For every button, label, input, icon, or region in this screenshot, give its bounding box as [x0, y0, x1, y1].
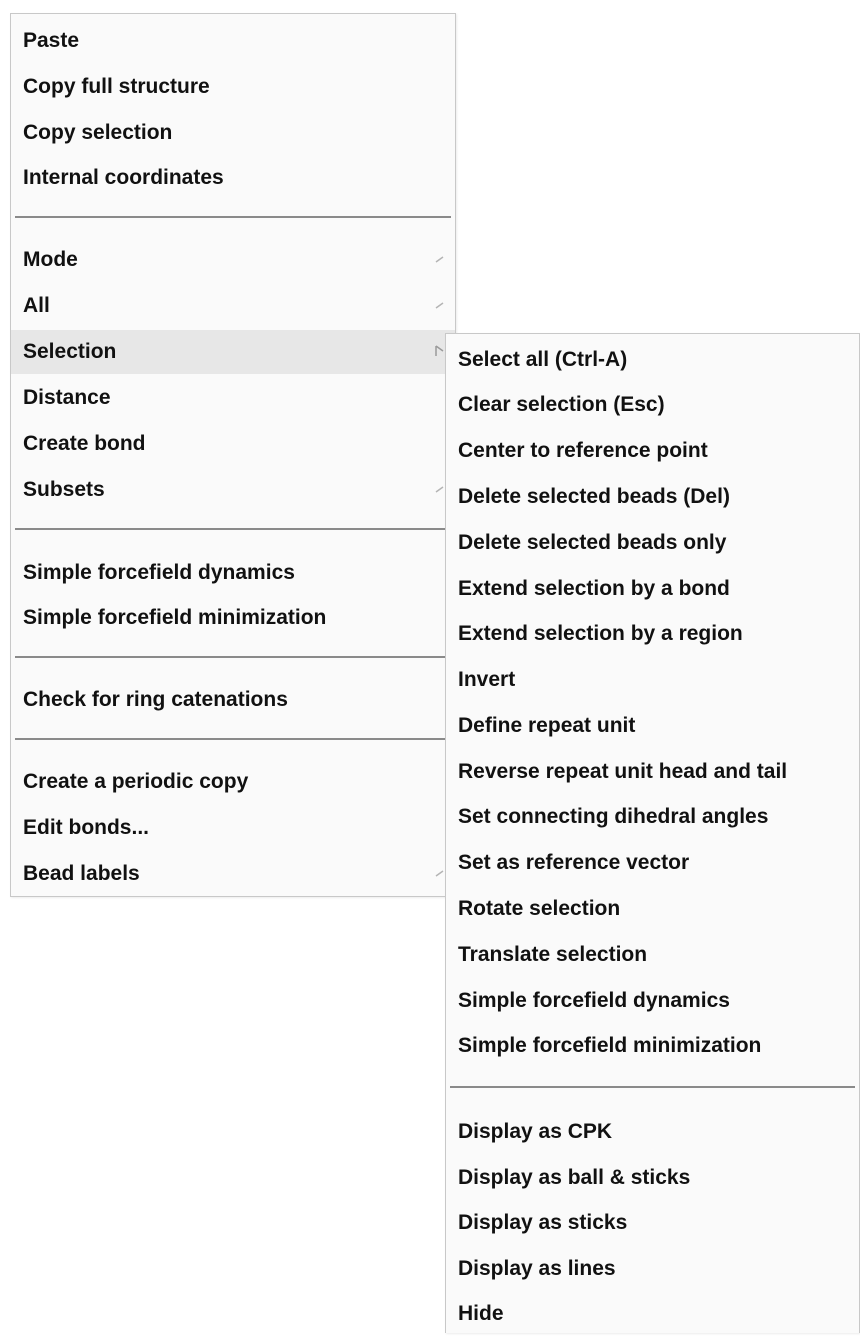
menu-item-label: Display as lines: [458, 1257, 616, 1280]
submenu-item-set-connecting-dihedral-angles[interactable]: Set connecting dihedral angles: [446, 795, 859, 839]
menu-separator: [15, 738, 451, 740]
submenu-item-extend-selection-bond[interactable]: Extend selection by a bond: [446, 567, 859, 611]
menu-item-label: Select all (Ctrl-A): [458, 348, 628, 371]
menu-item-label: Translate selection: [458, 943, 648, 966]
submenu-item-select-all[interactable]: Select all (Ctrl-A): [446, 338, 859, 382]
submenu-item-extend-selection-region[interactable]: Extend selection by a region: [446, 612, 859, 656]
submenu-item-set-as-reference-vector[interactable]: Set as reference vector: [446, 841, 859, 885]
menu-item-label: Hide: [458, 1302, 504, 1325]
menu-item-label: Display as sticks: [458, 1211, 628, 1234]
menu-item-subsets[interactable]: Subsets: [11, 468, 455, 512]
menu-item-bead-labels[interactable]: Bead labels: [11, 852, 455, 896]
menu-item-internal-coordinates[interactable]: Internal coordinates: [11, 156, 455, 200]
menu-item-create-periodic-copy[interactable]: Create a periodic copy: [11, 760, 455, 804]
submenu-item-clear-selection[interactable]: Clear selection (Esc): [446, 383, 859, 427]
menu-item-distance[interactable]: Distance: [11, 376, 455, 420]
menu-item-selection[interactable]: Selection: [11, 330, 455, 374]
menu-item-label: Copy full structure: [23, 75, 210, 98]
submenu-item-simple-forcefield-dynamics[interactable]: Simple forcefield dynamics: [446, 979, 859, 1023]
menu-item-all[interactable]: All: [11, 284, 455, 328]
menu-item-label: Copy selection: [23, 121, 173, 144]
menu-item-mode[interactable]: Mode: [11, 238, 455, 282]
menu-item-label: Extend selection by a bond: [458, 577, 730, 600]
menu-separator: [15, 216, 451, 218]
menu-item-copy-selection[interactable]: Copy selection: [11, 111, 455, 155]
menu-separator: [15, 656, 451, 658]
menu-item-label: Set as reference vector: [458, 851, 690, 874]
submenu-item-reverse-repeat-unit[interactable]: Reverse repeat unit head and tail: [446, 750, 859, 794]
menu-item-check-ring-catenations[interactable]: Check for ring catenations: [11, 678, 455, 722]
submenu-item-delete-selected-beads-only[interactable]: Delete selected beads only: [446, 521, 859, 565]
submenu-item-rotate-selection[interactable]: Rotate selection: [446, 887, 859, 931]
submenu-item-delete-selected-beads[interactable]: Delete selected beads (Del): [446, 475, 859, 519]
menu-item-label: Simple forcefield minimization: [458, 1034, 762, 1057]
submenu-item-display-as-lines[interactable]: Display as lines: [446, 1247, 859, 1291]
menu-item-label: Extend selection by a region: [458, 622, 743, 645]
submenu-item-simple-forcefield-minimization[interactable]: Simple forcefield minimization: [446, 1024, 859, 1068]
menu-item-label: Invert: [458, 668, 516, 691]
menu-item-label: Simple forcefield minimization: [23, 606, 327, 629]
selection-submenu: Select all (Ctrl-A) Clear selection (Esc…: [445, 333, 860, 1333]
menu-item-label: Bead labels: [23, 862, 140, 885]
menu-separator: [15, 528, 451, 530]
menu-item-create-bond[interactable]: Create bond: [11, 422, 455, 466]
submenu-item-center-to-reference-point[interactable]: Center to reference point: [446, 429, 859, 473]
submenu-item-define-repeat-unit[interactable]: Define repeat unit: [446, 704, 859, 748]
chevron-right-icon: [433, 343, 445, 359]
menu-item-edit-bonds[interactable]: Edit bonds...: [11, 806, 455, 850]
menu-item-label: Create a periodic copy: [23, 770, 249, 793]
menu-item-simple-forcefield-dynamics[interactable]: Simple forcefield dynamics: [11, 551, 455, 595]
submenu-item-invert[interactable]: Invert: [446, 658, 859, 702]
menu-item-label: Delete selected beads (Del): [458, 485, 730, 508]
chevron-right-icon: [433, 297, 445, 313]
menu-item-label: Simple forcefield dynamics: [23, 561, 295, 584]
chevron-right-icon: [433, 481, 445, 497]
submenu-item-display-as-cpk[interactable]: Display as CPK: [446, 1110, 859, 1154]
menu-item-label: Reverse repeat unit head and tail: [458, 760, 788, 783]
menu-item-paste[interactable]: Paste: [11, 19, 455, 63]
menu-item-label: Internal coordinates: [23, 166, 224, 189]
menu-item-label: Check for ring catenations: [23, 688, 288, 711]
menu-item-label: Rotate selection: [458, 897, 621, 920]
menu-item-label: Simple forcefield dynamics: [458, 989, 730, 1012]
menu-item-label: Delete selected beads only: [458, 531, 727, 554]
menu-item-label: Set connecting dihedral angles: [458, 805, 769, 828]
context-menu: Paste Copy full structure Copy selection…: [10, 13, 456, 897]
submenu-item-translate-selection[interactable]: Translate selection: [446, 933, 859, 977]
menu-item-label: Distance: [23, 386, 111, 409]
submenu-item-display-as-ball-sticks[interactable]: Display as ball & sticks: [446, 1156, 859, 1200]
menu-item-label: Mode: [23, 248, 78, 271]
menu-separator: [450, 1086, 855, 1088]
chevron-right-icon: [433, 865, 445, 881]
menu-item-label: All: [23, 294, 50, 317]
menu-item-label: Center to reference point: [458, 439, 708, 462]
chevron-right-icon: [433, 251, 445, 267]
submenu-item-hide[interactable]: Hide: [446, 1292, 859, 1336]
menu-item-label: Paste: [23, 29, 80, 52]
menu-item-label: Create bond: [23, 432, 146, 455]
submenu-item-display-as-sticks[interactable]: Display as sticks: [446, 1201, 859, 1245]
menu-item-label: Define repeat unit: [458, 714, 636, 737]
menu-item-simple-forcefield-minimization[interactable]: Simple forcefield minimization: [11, 596, 455, 640]
menu-item-label: Clear selection (Esc): [458, 393, 665, 416]
menu-item-label: Display as CPK: [458, 1120, 613, 1143]
menu-item-label: Selection: [23, 340, 117, 363]
menu-item-label: Edit bonds...: [23, 816, 149, 839]
menu-item-label: Subsets: [23, 478, 105, 501]
menu-item-label: Display as ball & sticks: [458, 1166, 691, 1189]
menu-item-copy-full-structure[interactable]: Copy full structure: [11, 65, 455, 109]
